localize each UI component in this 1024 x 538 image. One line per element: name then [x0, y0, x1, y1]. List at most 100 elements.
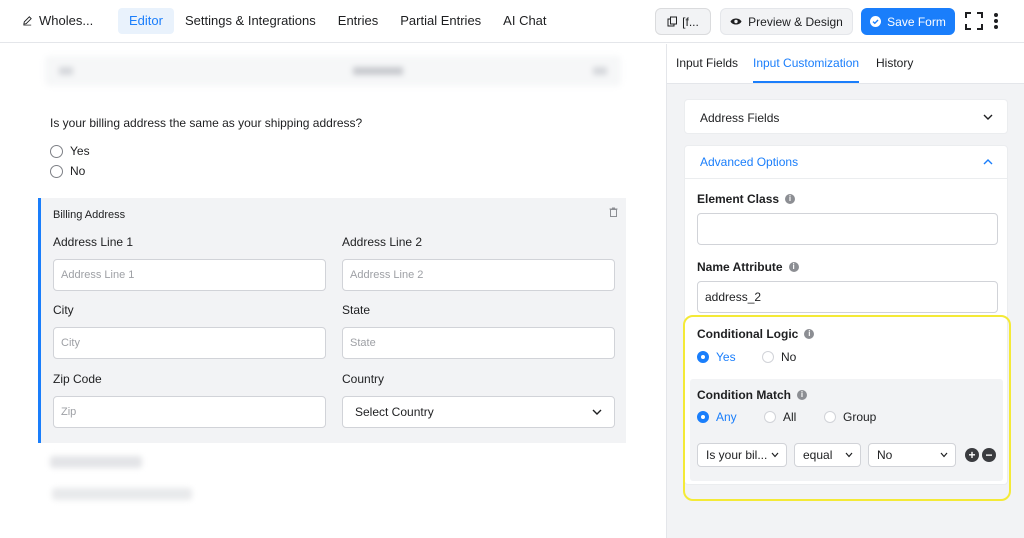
nav-partial-entries[interactable]: Partial Entries	[389, 8, 492, 34]
condition-field-select[interactable]: Is your bil...	[697, 443, 787, 467]
radio-label: Group	[843, 410, 877, 424]
radio-label: Yes	[70, 144, 90, 158]
address-line-2-input[interactable]: Address Line 2	[342, 259, 615, 291]
billing-address-block[interactable]: Billing Address Address Line 1 Address L…	[38, 198, 626, 443]
radio-button[interactable]	[762, 351, 774, 363]
condition-field-value: Is your bil...	[706, 448, 768, 462]
radio-label: All	[783, 410, 797, 424]
conditional-logic-yes[interactable]: Yes	[697, 350, 736, 364]
tab-input-fields[interactable]: Input Fields	[676, 56, 738, 70]
radio-option-yes[interactable]: Yes	[50, 144, 90, 158]
chevron-down-icon	[771, 452, 779, 458]
radio-button[interactable]	[50, 164, 63, 178]
nav-editor[interactable]: Editor	[118, 8, 174, 34]
state-label: State	[342, 303, 371, 317]
eye-icon	[730, 18, 742, 25]
radio-button[interactable]	[824, 411, 836, 423]
condition-match-label: Condition Match i	[697, 388, 807, 402]
blurred-field	[45, 56, 621, 86]
fullscreen-icon[interactable]	[964, 11, 984, 31]
address-line-1-input[interactable]: Address Line 1	[53, 259, 326, 291]
remove-condition-icon[interactable]: −	[982, 448, 996, 462]
nav-settings-integrations[interactable]: Settings & Integrations	[174, 8, 327, 34]
top-bar: Wholes... Editor Settings & Integrations…	[0, 0, 1024, 43]
element-class-label-text: Element Class	[697, 192, 780, 206]
blurred-field-label	[50, 456, 142, 468]
advanced-options-header[interactable]: Advanced Options	[685, 146, 1007, 179]
city-input[interactable]: City	[53, 327, 326, 359]
radio-button[interactable]	[764, 411, 776, 423]
address-fields-section[interactable]: Address Fields	[684, 99, 1008, 134]
form-title-text: Wholes...	[39, 13, 94, 28]
form-title[interactable]: Wholes...	[22, 13, 93, 28]
state-input[interactable]: State	[342, 327, 615, 359]
condition-value-value: No	[877, 448, 893, 462]
conditional-logic-no[interactable]: No	[762, 350, 796, 364]
address-line-1-label: Address Line 1	[53, 235, 134, 249]
radio-label: No	[781, 350, 797, 364]
billing-address-title: Billing Address	[53, 209, 126, 221]
active-tab-indicator	[753, 81, 859, 83]
info-icon[interactable]: i	[785, 194, 796, 204]
copy-icon	[667, 16, 678, 27]
zip-code-input[interactable]: Zip	[53, 396, 326, 428]
country-select[interactable]: Select Country	[342, 396, 615, 428]
settings-tabs: Input Fields Input Customization History	[667, 44, 1024, 84]
address-line-2-label: Address Line 2	[342, 235, 423, 249]
chevron-up-icon	[983, 159, 993, 165]
shortcode-button[interactable]: [f...	[655, 8, 711, 35]
tab-input-customization[interactable]: Input Customization	[753, 56, 859, 70]
name-attribute-input[interactable]: address_2	[697, 281, 998, 313]
advanced-options-section: Advanced Options Element Class i Name At…	[684, 145, 1008, 485]
radio-label: Yes	[716, 350, 736, 364]
zip-code-label: Zip Code	[53, 372, 102, 386]
info-icon[interactable]: i	[796, 390, 807, 400]
condition-match-any[interactable]: Any	[697, 410, 737, 424]
settings-panel: Input Fields Input Customization History…	[666, 44, 1024, 538]
chevron-down-icon	[983, 114, 993, 120]
condition-operator-value: equal	[803, 448, 833, 462]
form-canvas: Is your billing address the same as your…	[0, 44, 666, 538]
city-label: City	[53, 303, 74, 317]
check-circle-icon	[870, 16, 882, 27]
preview-design-button[interactable]: Preview & Design	[720, 8, 853, 35]
info-icon[interactable]: i	[788, 262, 799, 272]
save-label: Save Form	[887, 14, 946, 29]
save-form-button[interactable]: Save Form	[861, 8, 955, 35]
info-icon[interactable]: i	[804, 329, 815, 339]
chevron-down-icon	[845, 452, 853, 458]
radio-button[interactable]	[697, 351, 709, 363]
edit-pencil-icon	[23, 16, 32, 26]
tab-history[interactable]: History	[876, 56, 913, 70]
address-fields-title: Address Fields	[700, 111, 780, 125]
add-condition-icon[interactable]: +	[965, 448, 979, 462]
nav-ai-chat[interactable]: AI Chat	[492, 8, 557, 34]
conditional-logic-label-text: Conditional Logic	[697, 327, 799, 341]
advanced-options-title: Advanced Options	[700, 155, 799, 169]
blurred-field-option	[52, 488, 192, 500]
element-class-input[interactable]	[697, 213, 998, 245]
radio-button[interactable]	[697, 411, 709, 423]
trash-icon[interactable]	[609, 207, 618, 217]
condition-value-select[interactable]: No	[868, 443, 956, 467]
condition-match-label-text: Condition Match	[697, 388, 791, 402]
element-class-label: Element Class i	[697, 192, 796, 206]
condition-match-group[interactable]: Group	[824, 410, 876, 424]
more-vertical-icon[interactable]	[993, 12, 999, 30]
preview-label: Preview & Design	[748, 14, 843, 29]
billing-same-question: Is your billing address the same as your…	[50, 116, 363, 130]
condition-operator-select[interactable]: equal	[794, 443, 861, 467]
country-select-value: Select Country	[355, 405, 434, 419]
nav-entries[interactable]: Entries	[327, 8, 389, 34]
radio-button[interactable]	[50, 144, 63, 158]
main-nav: Editor Settings & Integrations Entries P…	[118, 8, 558, 34]
country-label: Country	[342, 372, 385, 386]
conditional-logic-label: Conditional Logic i	[697, 327, 815, 341]
radio-label: Any	[716, 410, 737, 424]
radio-option-no[interactable]: No	[50, 164, 85, 178]
chevron-down-icon	[592, 409, 602, 415]
condition-match-all[interactable]: All	[764, 410, 796, 424]
condition-match-box: Condition Match i Any All Group Is your …	[690, 379, 1003, 481]
shortcode-label: [f...	[682, 14, 699, 29]
name-attribute-label-text: Name Attribute	[697, 260, 783, 274]
